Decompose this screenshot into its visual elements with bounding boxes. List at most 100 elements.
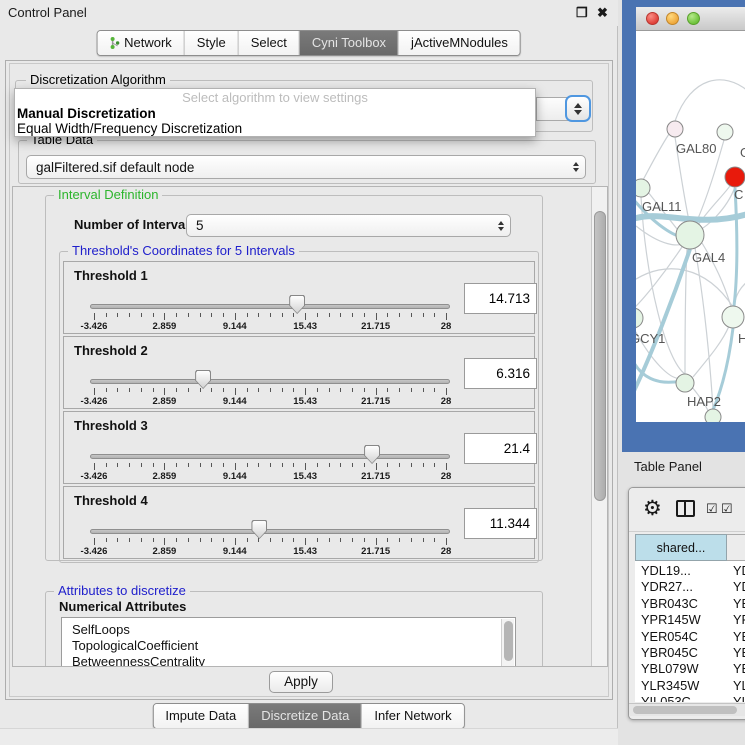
threshold-slider-thumb[interactable] [364,445,380,464]
combobox-spinner-icon [567,162,585,172]
cell-name: YDR2 [733,579,745,594]
attributes-list-scrollbar-thumb[interactable] [504,621,513,661]
algorithm-combobox[interactable] [536,97,568,121]
table-panel-title: Table Panel [634,459,702,474]
close-icon[interactable]: ✖ [597,5,608,21]
threshold-slider-thumb[interactable] [289,295,305,314]
checkbox-icon[interactable]: ☑ [706,501,718,517]
table-data-combobox[interactable]: galFiltered.sif default node [26,155,586,179]
network-node[interactable] [725,167,745,187]
threshold-value-field[interactable]: 11.344 [464,508,537,539]
slider-tick [352,538,353,542]
columns-icon[interactable] [676,500,695,517]
slider-tick-label: -3.426 [81,396,108,407]
threshold-slider-thumb[interactable] [251,520,267,539]
num-intervals-combobox[interactable]: 5 [186,214,511,237]
slider-tick [117,463,118,467]
attribute-list-item[interactable]: BetweennessCentrality [62,654,515,667]
mac-zoom-button[interactable] [687,12,700,25]
attribute-list-item[interactable]: TopologicalCoefficient [62,638,515,654]
tab-label: Discretize Data [261,708,349,723]
table-row[interactable]: YLR345WYLR3 [635,678,745,694]
slider-tick [411,388,412,392]
mac-close-button[interactable] [646,12,659,25]
slider-tick [176,313,177,317]
slider-tick [340,463,341,467]
dropdown-item[interactable]: Equal Width/Frequency Discretization [17,121,535,136]
table-row[interactable]: YDR27...YDR2 [635,579,745,595]
slider-tick [106,538,107,542]
network-node[interactable] [705,409,721,422]
network-node[interactable] [636,179,650,197]
tab-select[interactable]: Select [238,31,299,55]
slider-tick [376,388,377,395]
settings-scrollbar-thumb[interactable] [594,211,606,501]
dropdown-item[interactable]: Manual Discretization [17,106,535,121]
table-horizontal-scrollbar[interactable] [629,703,745,716]
slider-tick [235,388,236,395]
slider-tick [364,313,365,317]
slider-tick [434,313,435,317]
threshold-slider-track[interactable] [90,454,450,459]
apply-button[interactable]: Apply [269,671,333,693]
num-intervals-value: 5 [187,218,492,233]
slider-tick [106,388,107,392]
mac-minimize-button[interactable] [666,12,679,25]
table-row[interactable]: YBR043CYBR0 [635,596,745,612]
network-node[interactable] [667,121,683,137]
threshold-slider-track[interactable] [90,529,450,534]
threshold-slider-track[interactable] [90,304,450,309]
threshold-value-field[interactable]: 21.4 [464,433,537,464]
float-icon[interactable]: ❒ [576,5,588,21]
slider-tick-label: 9.144 [223,396,247,407]
network-node[interactable] [717,124,733,140]
network-node[interactable] [676,221,704,249]
settings-vertical-scrollbar[interactable] [591,187,608,667]
column-header-shared-name[interactable]: shared... [635,534,727,561]
threshold-value-field[interactable]: 6.316 [464,358,537,389]
tab-style[interactable]: Style [184,31,238,55]
tab-label: Network [124,35,172,50]
network-canvas[interactable]: GAL80GACGAL11GAL4GCY1HHAP2 [636,31,745,422]
attribute-items: SelfLoopsTopologicalCoefficientBetweenne… [62,618,515,667]
threshold-slider-track[interactable] [90,379,450,384]
slider-tick [153,538,154,542]
bottom-tab-discretize-data[interactable]: Discretize Data [248,704,361,728]
table-row[interactable]: YPR145WYPR1 [635,612,745,628]
network-node[interactable] [722,306,744,328]
network-node[interactable] [636,308,643,328]
cell-name: YLR3 [733,678,745,693]
slider-tick [329,463,330,467]
column-header-name[interactable]: na [727,534,745,561]
checkbox-icon[interactable]: ☑ [721,501,733,517]
network-node[interactable] [676,374,694,392]
algorithm-combobox-button[interactable] [565,95,591,122]
threshold-value-field[interactable]: 14.713 [464,283,537,314]
tab-network[interactable]: Network [97,31,184,55]
bottom-tab-impute-data[interactable]: Impute Data [153,704,248,728]
node-label: C [734,187,743,202]
slider-tick [235,538,236,545]
tab-jactivemnodules[interactable]: jActiveMNodules [398,31,520,55]
numerical-attributes-list[interactable]: SelfLoopsTopologicalCoefficientBetweenne… [61,617,516,667]
slider-tick [305,313,306,320]
threshold-slider-thumb[interactable] [195,370,211,389]
slider-tick [423,463,424,467]
attributes-list-scrollbar[interactable] [501,619,514,667]
table-row[interactable]: YBR045CYBR0 [635,645,745,661]
network-window-titlebar[interactable] [636,7,745,31]
slider-tick [317,463,318,467]
table-row[interactable]: YDL19...YDL1 [635,563,745,579]
table-row[interactable]: YER054CYER0 [635,629,745,645]
table-row[interactable]: YBL079WYBL0 [635,661,745,677]
table-row[interactable]: YIL053CYIL0 [635,694,745,702]
slider-tick-label: -3.426 [81,546,108,557]
table-hscrollbar-thumb[interactable] [633,706,737,714]
cell-name: YER0 [733,629,745,644]
slider-tick [129,463,130,467]
slider-tick [164,538,165,545]
attribute-list-item[interactable]: SelfLoops [62,622,515,638]
bottom-tab-infer-network[interactable]: Infer Network [361,704,463,728]
tab-cyni-toolbox[interactable]: Cyni Toolbox [299,31,398,55]
gear-icon[interactable]: ⚙ [643,496,662,521]
